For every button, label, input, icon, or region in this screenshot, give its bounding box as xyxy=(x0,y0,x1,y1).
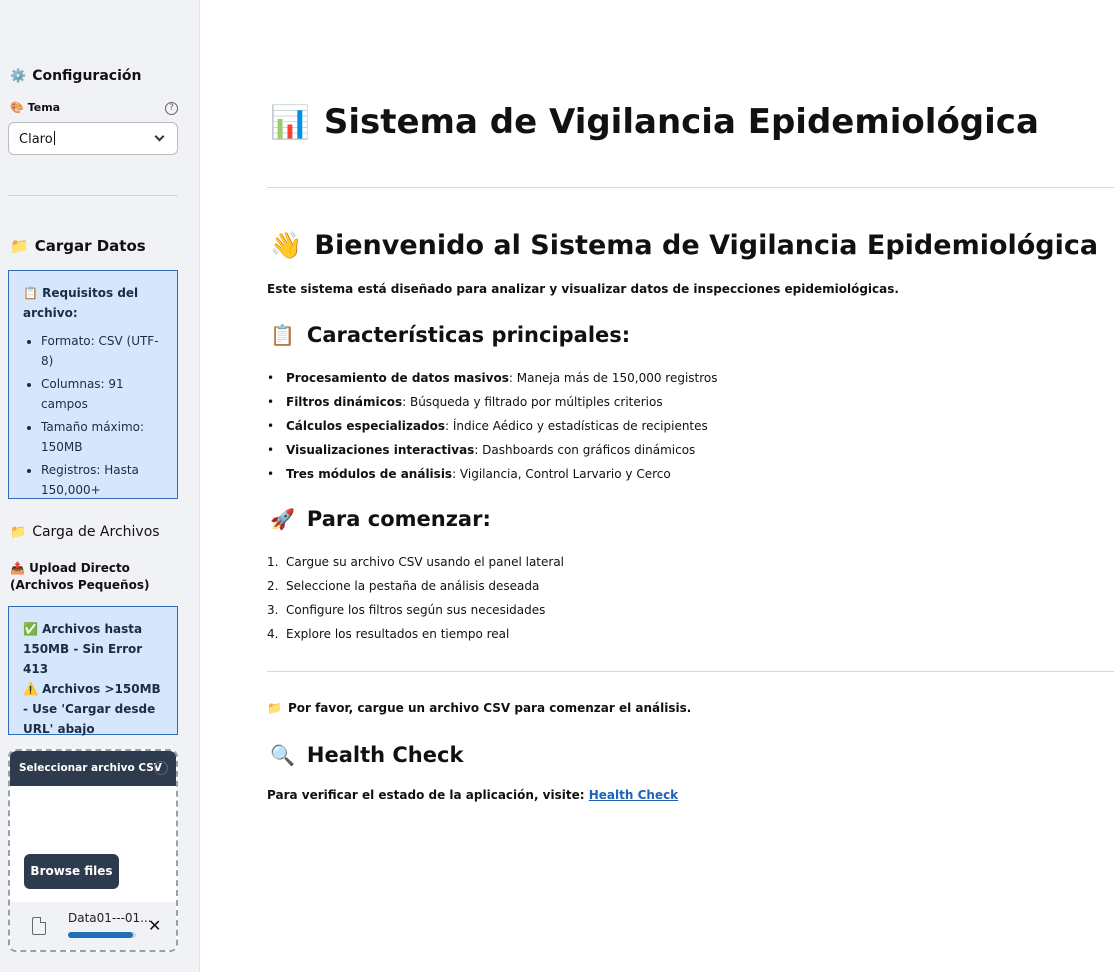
uploaded-file-row: Data01---01... ✕ xyxy=(10,902,176,950)
palette-icon: 🎨 xyxy=(10,101,24,114)
feature-desc: : Vigilancia, Control Larvario y Cerco xyxy=(452,467,671,481)
step-text: Explore los resultados en tiempo real xyxy=(286,627,510,641)
upload-info-line1: ✅ Archivos hasta 150MB - Sin Error 413 xyxy=(23,619,165,679)
upload-info-box: ✅ Archivos hasta 150MB - Sin Error 413 ⚠… xyxy=(8,606,178,736)
steps-list: 1. Cargue su archivo CSV usando el panel … xyxy=(267,552,564,648)
upload-info-line2: ⚠️ Archivos >150MB - Use 'Cargar desde U… xyxy=(23,679,165,739)
carga-archivos-title: Carga de Archivos xyxy=(32,524,160,540)
upload-info-line1-text: Archivos hasta 150MB - Sin Error 413 xyxy=(23,622,143,676)
feature-name: Filtros dinámicos xyxy=(286,395,403,409)
welcome-heading: 👋 Bienvenido al Sistema de Vigilancia Ep… xyxy=(270,230,1098,261)
features-list: Procesamiento de datos masivos: Maneja m… xyxy=(267,368,718,488)
gear-icon: ⚙️ xyxy=(10,68,27,84)
list-item: 2. Seleccione la pestaña de análisis dese… xyxy=(267,579,540,593)
features-heading: 📋 Características principales: xyxy=(270,323,630,347)
list-item: Procesamiento de datos masivos: Maneja m… xyxy=(267,368,718,392)
list-item: Formato: CSV (UTF-8) xyxy=(41,331,165,371)
upload-direct-header: 📤 Upload Directo (Archivos Pequeños) xyxy=(10,560,185,594)
cargar-datos-title: Cargar Datos xyxy=(34,237,146,255)
requirements-box: 📋 Requisitos del archivo: Formato: CSV (… xyxy=(8,270,178,499)
health-heading-text: Health Check xyxy=(306,743,464,767)
bar-chart-icon: 📊 xyxy=(270,103,310,141)
feature-desc: : Búsqueda y filtrado por múltiples crit… xyxy=(402,395,663,409)
page-title: 📊 Sistema de Vigilancia Epidemiológica xyxy=(270,102,1039,142)
list-item: Registros: Hasta 150,000+ xyxy=(41,460,165,500)
health-text-body: Para verificar el estado de la aplicació… xyxy=(267,788,589,802)
feature-name: Procesamiento de datos masivos xyxy=(286,371,509,385)
welcome-heading-text: Bienvenido al Sistema de Vigilancia Epid… xyxy=(314,230,1099,261)
feature-desc: : Dashboards con gráficos dinámicos xyxy=(474,443,696,457)
feature-name: Tres módulos de análisis xyxy=(286,467,453,481)
list-item: 1. Cargue su archivo CSV usando el panel … xyxy=(267,555,565,569)
file-name: Data01---01... xyxy=(68,911,152,925)
config-title: Configuración xyxy=(32,68,142,84)
browse-files-button[interactable]: Browse files xyxy=(24,854,119,889)
upload-info-line2-text: Archivos >150MB - Use 'Cargar desde URL'… xyxy=(23,682,161,736)
main-content: 📊 Sistema de Vigilancia Epidemiológica 👋… xyxy=(200,0,1114,972)
carga-archivos-header: 📁 Carga de Archivos xyxy=(10,524,160,540)
feature-name: Visualizaciones interactivas xyxy=(286,443,475,457)
uploader-label: Seleccionar archivo CSV xyxy=(10,751,176,786)
clipboard-icon: 📋 xyxy=(23,286,38,300)
health-heading: 🔍 Health Check xyxy=(270,743,463,767)
magnifier-icon: 🔍 xyxy=(270,743,295,767)
page-title-text: Sistema de Vigilancia Epidemiológica xyxy=(323,102,1039,142)
sidebar-divider xyxy=(8,195,178,196)
wave-icon: 👋 xyxy=(270,230,303,261)
help-icon[interactable]: ? xyxy=(165,102,178,115)
requirements-title-text: Requisitos del archivo: xyxy=(23,286,139,320)
start-heading: 🚀 Para comenzar: xyxy=(270,507,491,531)
folder-icon: 📁 xyxy=(267,701,282,715)
feature-desc: : Maneja más de 150,000 registros xyxy=(508,371,718,385)
file-icon xyxy=(32,917,46,935)
intro-text: Este sistema está diseñado para analizar… xyxy=(267,282,899,296)
folder-icon: 📁 xyxy=(10,524,27,540)
list-item: Tres módulos de análisis: Vigilancia, Co… xyxy=(267,464,718,488)
upload-icon: 📤 xyxy=(10,561,25,575)
features-heading-text: Características principales: xyxy=(306,323,631,347)
requirements-title: 📋 Requisitos del archivo: xyxy=(23,283,165,323)
chevron-down-icon xyxy=(154,131,165,142)
folder-icon: 📁 xyxy=(10,237,29,255)
feature-name: Cálculos especializados xyxy=(286,419,445,433)
step-text: Cargue su archivo CSV usando el panel la… xyxy=(286,555,565,569)
feature-desc: : Índice Aédico y estadísticas de recipi… xyxy=(444,419,708,433)
upload-direct-title: Upload Directo (Archivos Pequeños) xyxy=(10,561,150,592)
list-item: Filtros dinámicos: Búsqueda y filtrado p… xyxy=(267,392,718,416)
close-icon[interactable]: ✕ xyxy=(148,916,161,935)
clipboard-icon: 📋 xyxy=(270,323,295,347)
warning-icon: ⚠️ xyxy=(23,682,38,696)
step-text: Seleccione la pestaña de análisis desead… xyxy=(286,579,540,593)
theme-label: 🎨 Tema xyxy=(10,101,60,114)
sidebar: ⚙️ Configuración 🎨 Tema ? Claro 📁 Cargar… xyxy=(0,0,200,972)
list-item: Tamaño máximo: 150MB xyxy=(41,417,165,457)
rocket-icon: 🚀 xyxy=(270,507,295,531)
theme-select-value: Claro xyxy=(19,131,53,147)
upload-progress-bar xyxy=(68,932,136,938)
check-icon: ✅ xyxy=(23,622,38,636)
list-item: Cálculos especializados: Índice Aédico y… xyxy=(267,416,718,440)
requirements-list: Formato: CSV (UTF-8) Columnas: 91 campos… xyxy=(23,331,165,500)
file-uploader[interactable]: Seleccionar archivo CSV Browse files Dat… xyxy=(8,749,178,952)
list-item: Columnas: 91 campos xyxy=(41,374,165,414)
list-item: 4. Explore los resultados en tiempo real xyxy=(267,627,510,641)
theme-label-text: Tema xyxy=(27,101,61,114)
cargar-datos-header: 📁 Cargar Datos xyxy=(10,237,146,255)
upload-notice: 📁 Por favor, cargue un archivo CSV para … xyxy=(267,701,691,715)
config-header: ⚙️ Configuración xyxy=(10,68,141,84)
list-item: Visualizaciones interactivas: Dashboards… xyxy=(267,440,718,464)
health-check-link[interactable]: Health Check xyxy=(589,788,678,802)
divider xyxy=(267,671,1114,672)
upload-progress-fill xyxy=(68,932,133,938)
health-text: Para verificar el estado de la aplicació… xyxy=(267,788,678,802)
help-icon[interactable] xyxy=(154,761,168,775)
divider xyxy=(267,187,1114,188)
upload-notice-text: Por favor, cargue un archivo CSV para co… xyxy=(287,701,692,715)
list-item: 3. Configure los filtros según sus necesi… xyxy=(267,603,546,617)
step-text: Configure los filtros según sus necesida… xyxy=(286,603,546,617)
start-heading-text: Para comenzar: xyxy=(306,507,491,531)
theme-select[interactable]: Claro xyxy=(8,122,178,155)
